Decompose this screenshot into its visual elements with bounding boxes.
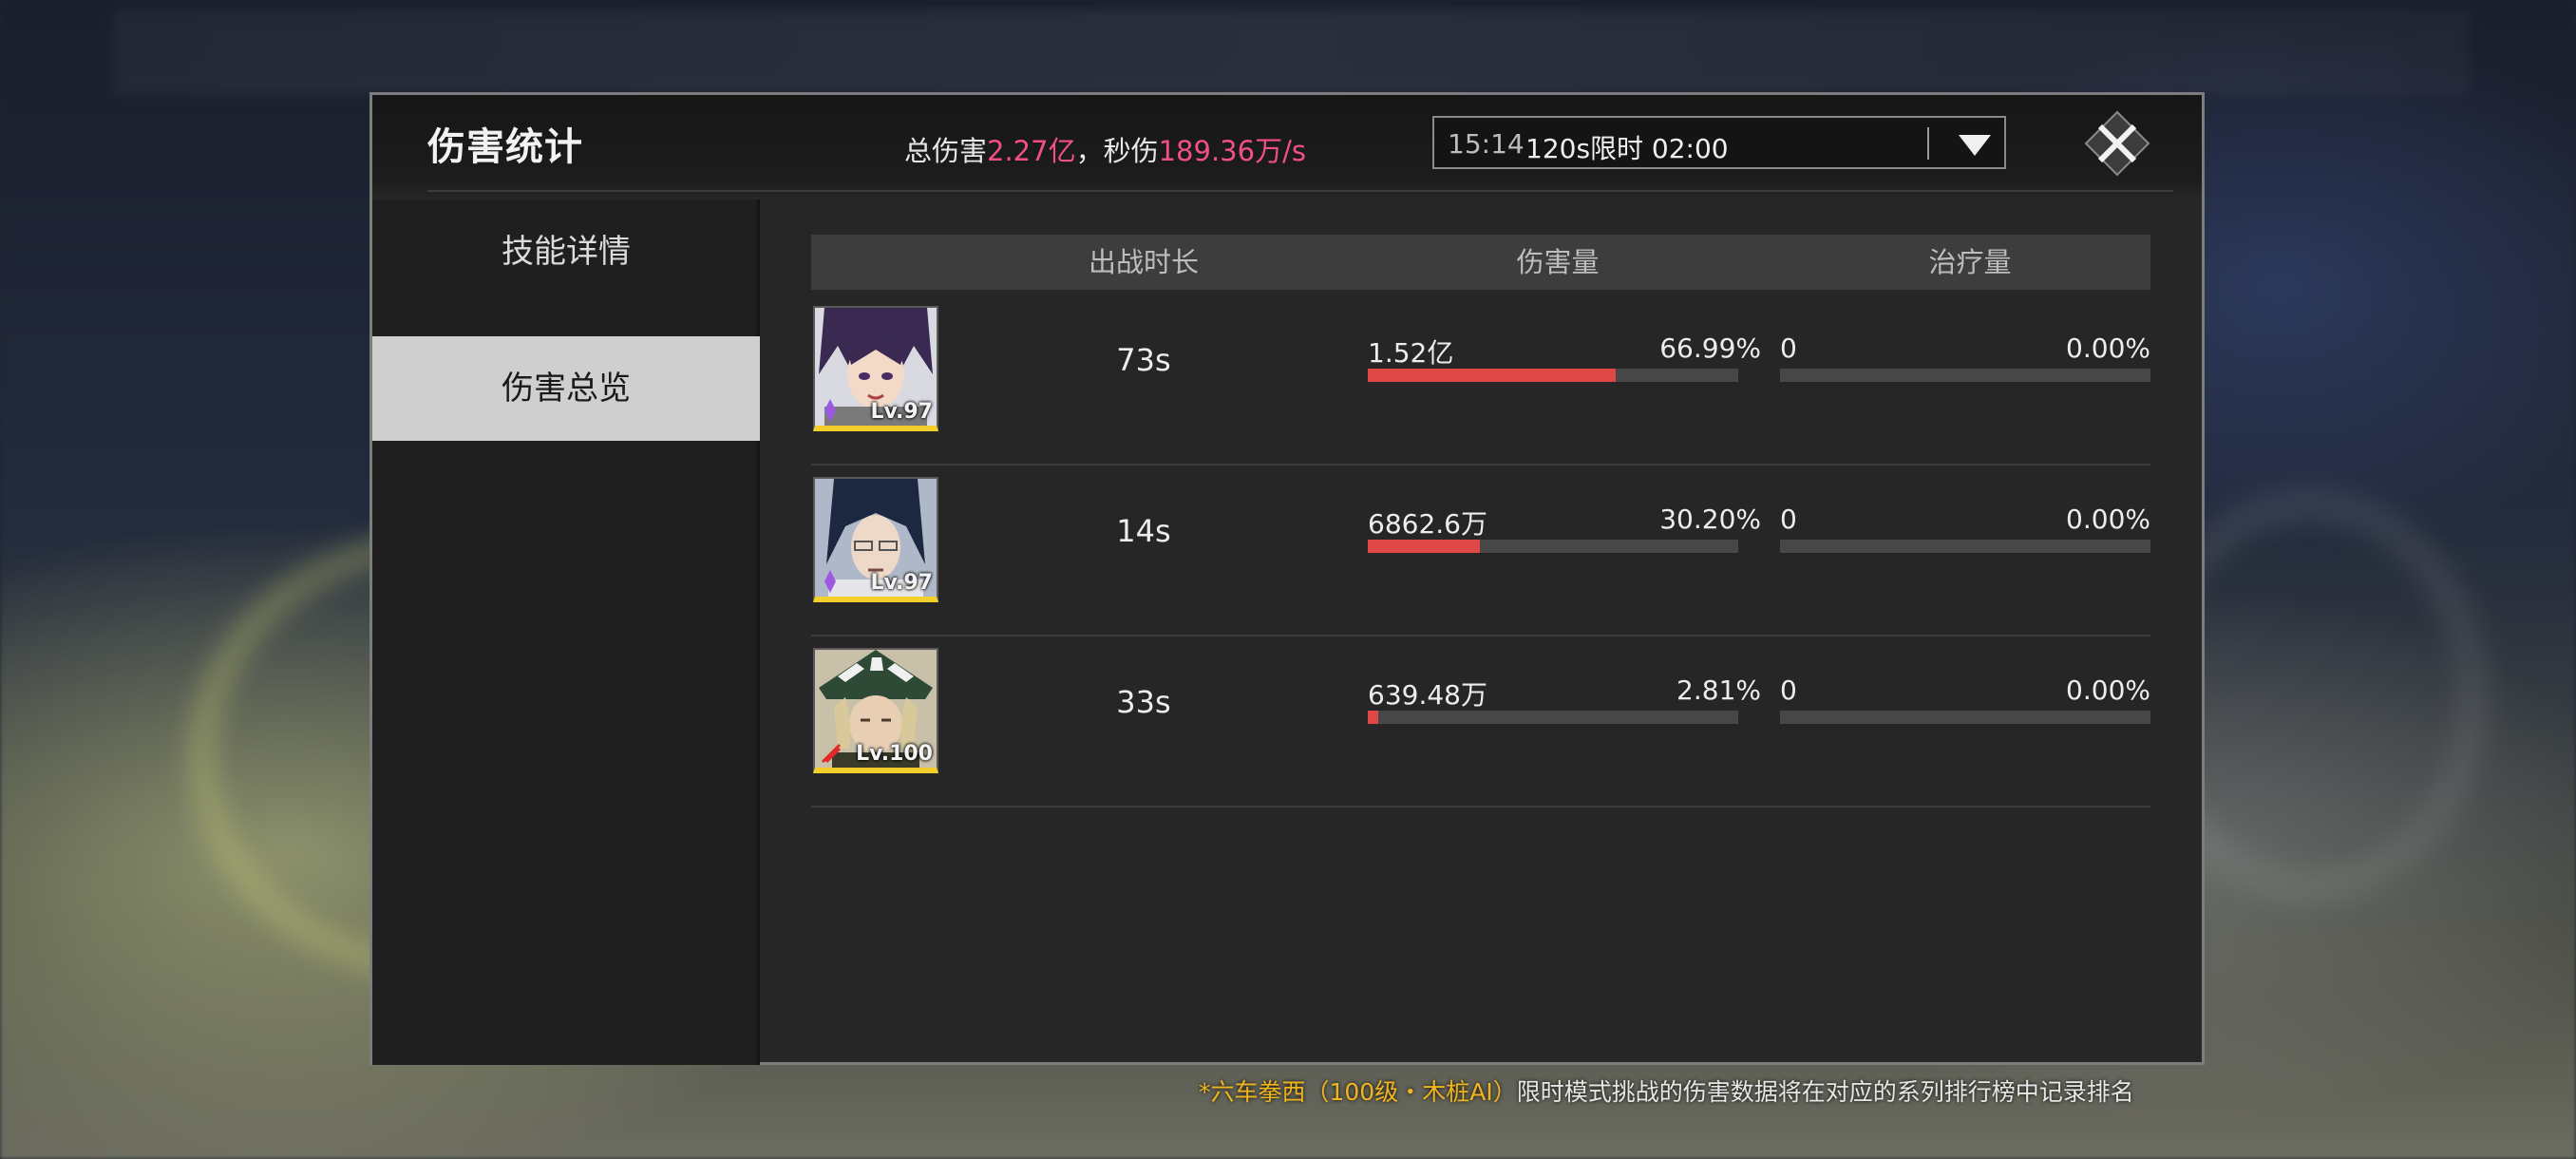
tab-damage-overview[interactable]: 伤害总览 (372, 336, 760, 441)
dps-value: 189.36万/s (1158, 135, 1306, 167)
close-icon (2084, 110, 2150, 177)
record-time: 15:14 (1448, 128, 1525, 160)
level-label: Lv.97 (870, 571, 933, 595)
battle-duration: 14s (1116, 513, 1171, 549)
close-button[interactable] (2084, 110, 2150, 177)
damage-bar (1368, 369, 1738, 382)
damage-bar-fill (1368, 711, 1378, 724)
record-mode: 120s限时 02:00 (1525, 133, 1729, 164)
table-header: 出战时长 伤害量 治疗量 (811, 235, 2150, 290)
column-header-healing: 治疗量 (1928, 246, 2012, 278)
table-row: Lv.97 73s 1.52亿 66.99% 0 0.00% (811, 294, 2150, 466)
total-damage-value: 2.27亿 (987, 135, 1076, 167)
table-row: Lv.100 33s 639.48万 2.81% 0 0.00% (811, 636, 2150, 808)
healing-percent: 0.00% (2066, 504, 2150, 535)
character-avatar[interactable]: Lv.97 (813, 477, 938, 602)
damage-bar-fill (1368, 540, 1480, 553)
level-label: Lv.97 (870, 400, 933, 424)
sidebar: 技能详情 伤害总览 (372, 200, 760, 1065)
column-header-duration: 出战时长 (1088, 246, 1199, 278)
dps-label: ，秒伤 (1075, 135, 1159, 167)
damage-value: 6862.6万 (1368, 508, 1487, 540)
tab-skill-details[interactable]: 技能详情 (372, 200, 760, 304)
healing-bar (1780, 711, 2150, 724)
damage-percent: 66.99% (1659, 332, 1761, 364)
healing-value: 0 (1780, 674, 1797, 706)
damage-bar (1368, 540, 1738, 553)
footer-note-highlight: *六车拳西（100级・木桩AI） (1199, 1078, 1517, 1106)
damage-summary: 总伤害2.27亿，秒伤189.36万/s (904, 129, 1306, 169)
damage-percent: 2.81% (1676, 674, 1761, 706)
element-icon (821, 743, 842, 764)
healing-bar (1780, 369, 2150, 382)
chevron-down-icon[interactable] (1959, 135, 1991, 156)
panel-header: 伤害统计 总伤害2.27亿，秒伤189.36万/s 15:14 120s限时 0… (372, 95, 2202, 200)
element-icon (824, 570, 836, 593)
healing-bar (1780, 540, 2150, 553)
healing-value: 0 (1780, 504, 1797, 535)
footer-note-text: 限时模式挑战的伤害数据将在对应的系列排行榜中记录排名 (1516, 1078, 2134, 1106)
battle-record-dropdown[interactable]: 15:14 120s限时 02:00 (1432, 116, 2006, 169)
footer-note: *六车拳西（100级・木桩AI）限时模式挑战的伤害数据将在对应的系列排行榜中记录… (1199, 1074, 2134, 1108)
damage-value: 1.52亿 (1368, 337, 1454, 369)
battle-duration: 73s (1116, 342, 1171, 378)
column-header-damage: 伤害量 (1516, 246, 1600, 278)
level-label: Lv.100 (856, 742, 933, 766)
healing-percent: 0.00% (2066, 332, 2150, 364)
damage-bar-fill (1368, 369, 1617, 382)
character-avatar[interactable]: Lv.97 (813, 306, 938, 431)
damage-value: 639.48万 (1368, 679, 1487, 711)
healing-percent: 0.00% (2066, 674, 2150, 706)
damage-bar (1368, 711, 1738, 724)
panel-title: 伤害统计 (427, 125, 583, 169)
background-topbar (114, 10, 2470, 95)
healing-value: 0 (1780, 332, 1797, 364)
damage-stats-panel: 伤害统计 总伤害2.27亿，秒伤189.36万/s 15:14 120s限时 0… (369, 92, 2205, 1065)
character-avatar[interactable]: Lv.100 (813, 648, 938, 773)
header-divider (427, 190, 2173, 192)
dropdown-divider (1927, 127, 1929, 160)
total-damage-label: 总伤害 (904, 135, 988, 167)
battle-duration: 33s (1116, 684, 1171, 720)
table-row: Lv.97 14s 6862.6万 30.20% 0 0.00% (811, 466, 2150, 636)
element-icon (824, 399, 836, 422)
damage-percent: 30.20% (1659, 504, 1761, 535)
